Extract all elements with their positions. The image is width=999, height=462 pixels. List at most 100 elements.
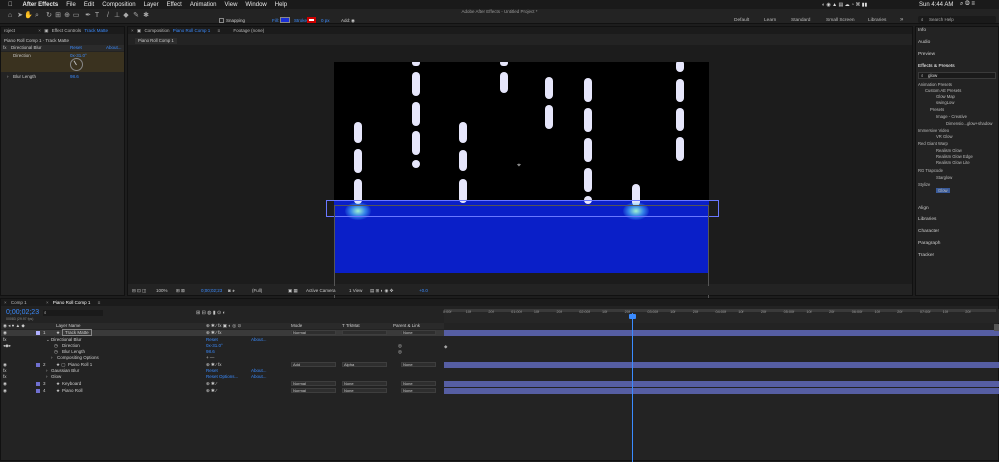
tree-item[interactable]: Realism Glow: [936, 148, 962, 153]
camera-dropdown[interactable]: Active Camera: [306, 288, 336, 293]
tree-item[interactable]: Glow Map: [936, 94, 955, 99]
fast-preview-icons[interactable]: ▤ ⊞ ◐ ◉ ✥: [370, 288, 393, 294]
effects-presets-header[interactable]: Effects & Presets: [918, 64, 955, 69]
reset-link[interactable]: Reset: [70, 45, 82, 50]
anchor-point-icon[interactable]: ⌖: [517, 162, 521, 170]
views-dropdown[interactable]: 1 View: [349, 288, 362, 293]
menu-layer[interactable]: Layer: [144, 2, 159, 8]
footage-tab[interactable]: Footage (none): [233, 28, 264, 33]
close-tab-icon[interactable]: ×: [4, 300, 7, 305]
home-icon[interactable]: ⌂: [6, 12, 14, 20]
layer-name[interactable]: Piano Roll 1: [68, 362, 92, 367]
timeline-tab-piano-roll[interactable]: Piano Roll Comp 1: [53, 300, 91, 305]
mode-header[interactable]: Mode: [291, 323, 302, 328]
effect-name[interactable]: Directional Blur: [11, 45, 42, 50]
fill-swatch[interactable]: [280, 17, 290, 23]
layer-duration-bar[interactable]: [444, 381, 999, 387]
search-help-field[interactable]: ⌕ Search Help: [918, 16, 996, 23]
reset-link[interactable]: Reset: [206, 374, 218, 379]
comp-viewer[interactable]: ⌖: [128, 45, 912, 299]
label-color-swatch[interactable]: [36, 331, 40, 335]
visibility-icon[interactable]: ◉: [3, 330, 7, 336]
trkmat-dropdown[interactable]: Alpha: [342, 362, 387, 367]
comp-timecode[interactable]: 0;00;02;23: [201, 288, 222, 293]
menu-effect[interactable]: Effect: [167, 2, 182, 8]
trkmat-header[interactable]: T TrkMat: [342, 323, 360, 328]
close-comp-tab-icon[interactable]: ×: [131, 28, 134, 33]
comp-tab-label[interactable]: Composition: [144, 28, 169, 33]
parent-dropdown[interactable]: None: [401, 362, 436, 367]
lock-icon[interactable]: ▣: [44, 28, 48, 33]
close-tab-icon[interactable]: ×: [38, 28, 41, 33]
snapping-checkbox[interactable]: [219, 18, 224, 23]
stroke-width-value[interactable]: 0 px: [321, 18, 330, 23]
hand-tool-icon[interactable]: ✋: [24, 12, 33, 20]
mode-dropdown[interactable]: Add: [291, 362, 336, 367]
pen-tool-icon[interactable]: ✒: [84, 12, 92, 20]
about-link[interactable]: About...: [251, 374, 267, 379]
parent-dropdown[interactable]: None: [401, 381, 436, 386]
layer-switches[interactable]: ⊕ ✱ ⁄: [206, 388, 217, 394]
align-panel-header[interactable]: Align: [918, 206, 929, 211]
effects-search-field[interactable]: ⌕ glow: [918, 72, 996, 79]
tree-item[interactable]: Presets: [930, 107, 944, 112]
tree-item[interactable]: Red Giant Warp: [918, 141, 948, 146]
tree-item[interactable]: Custom AE Presets: [925, 88, 961, 93]
menu-animation[interactable]: Animation: [190, 2, 217, 8]
effect-name[interactable]: Gaussian Blur: [51, 368, 79, 373]
menu-composition[interactable]: Composition: [102, 2, 135, 8]
menubar-icons[interactable]: ⌕ ◍ ≡: [960, 1, 975, 8]
layer-switches[interactable]: ⊕ ✱ ⁄ fx: [206, 330, 222, 336]
brush-tool-icon[interactable]: /: [104, 12, 112, 20]
workspace-learn[interactable]: Learn: [764, 18, 776, 23]
about-link[interactable]: About...: [251, 337, 267, 342]
effect-name[interactable]: Glow: [51, 374, 61, 379]
timeline-menu-icon[interactable]: ≡: [98, 300, 101, 305]
effect-row[interactable]: fx › Glow Reset Options... About...: [1, 374, 444, 380]
mode-dropdown[interactable]: Normal: [291, 381, 336, 386]
effect-controls-tab-target[interactable]: Track Matte: [84, 28, 108, 33]
clone-stamp-tool-icon[interactable]: ⊥: [113, 12, 121, 20]
selection-tool-icon[interactable]: ➤: [16, 12, 24, 20]
expand-icon[interactable]: ›: [51, 355, 53, 360]
libraries-panel-header[interactable]: Libraries: [918, 217, 936, 222]
visibility-icon[interactable]: ◉: [3, 381, 7, 387]
tree-item[interactable]: RG Trapcode: [918, 168, 943, 173]
tree-item[interactable]: Realism Glow Lite: [936, 160, 970, 165]
camera-tool-icon[interactable]: ⊞: [54, 12, 62, 20]
tree-item[interactable]: Immersive Video: [918, 128, 949, 133]
fx-icon[interactable]: fx: [3, 337, 7, 342]
tree-item[interactable]: swingLow: [936, 100, 954, 105]
layer-row[interactable]: ◉ 4 ★ Piano Roll ⊕ ✱ ⁄ Normal None None: [1, 388, 444, 394]
parent-header[interactable]: Parent & Link: [393, 323, 420, 328]
tree-item[interactable]: Stylize: [918, 182, 930, 187]
menu-file[interactable]: File: [66, 2, 76, 8]
comp-menu-icon[interactable]: ≡: [218, 28, 221, 33]
about-link[interactable]: About...: [251, 368, 267, 373]
timeline-switches-icons[interactable]: ⊞ ⊟ ◍ ▮ ⊙ ◐: [196, 310, 226, 316]
label-color-swatch[interactable]: [36, 363, 40, 367]
direction-value[interactable]: 0x-31.0°: [70, 53, 87, 58]
workspace-libraries[interactable]: Libraries: [868, 18, 886, 23]
trkmat-dropdown[interactable]: None: [342, 388, 387, 393]
layer-row[interactable]: ◉ 1 ★ Track Matte ⊕ ✱ ⁄ fx Normal None: [1, 329, 444, 336]
layer-row[interactable]: ◉ 3 ★ Keyboard ⊕ ✱ ⁄ Normal None None: [1, 381, 444, 387]
fx-icon[interactable]: fx: [3, 368, 7, 373]
close-tab-icon[interactable]: ×: [46, 300, 49, 305]
snapshot-icon[interactable]: ◙ ◕: [228, 288, 235, 293]
resolution-dropdown[interactable]: (Full): [252, 288, 262, 293]
tree-item[interactable]: Image - Creative: [936, 114, 967, 119]
property-value[interactable]: 0x-31.0°: [206, 343, 223, 348]
fx-icon[interactable]: fx: [3, 374, 7, 379]
property-row[interactable]: › Compositing Options + —: [1, 355, 444, 361]
label-color-swatch[interactable]: [36, 382, 40, 386]
visibility-icon[interactable]: ◉: [3, 388, 7, 394]
add-icon[interactable]: ◉: [351, 18, 355, 24]
about-link[interactable]: About...: [106, 45, 122, 50]
app-menu[interactable]: After Effects: [23, 2, 59, 8]
trkmat-dropdown[interactable]: [342, 330, 387, 335]
preview-panel-header[interactable]: Preview: [918, 52, 935, 57]
layer-name-header[interactable]: Layer Name: [56, 323, 81, 328]
info-panel-header[interactable]: Info: [918, 28, 926, 33]
project-tab[interactable]: roject: [4, 28, 15, 33]
